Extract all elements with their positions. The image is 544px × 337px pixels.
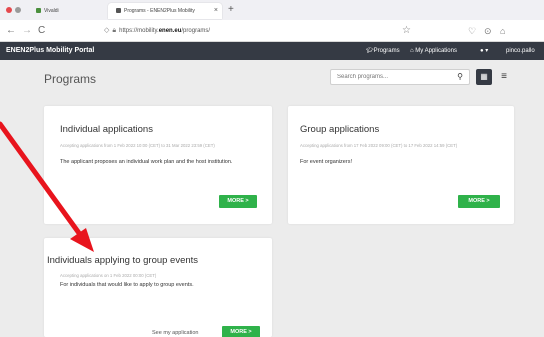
see-my-application-link[interactable]: See my application <box>152 327 198 337</box>
list-icon: ≡ <box>501 71 507 82</box>
extensions-icon[interactable]: ⌂ <box>500 24 505 38</box>
search-input[interactable] <box>337 70 447 84</box>
bookmark-star-icon[interactable]: ☆ <box>402 24 411 38</box>
card-description: The applicant proposes an individual wor… <box>60 159 233 165</box>
back-button[interactable]: ← <box>6 24 16 38</box>
program-card-group: Group applications Accepting application… <box>288 106 514 224</box>
program-card-individuals-group-events: Individuals applying to group events Acc… <box>44 238 272 337</box>
nav-my-applications[interactable]: ⌂ My Applications <box>410 42 457 60</box>
new-tab-button[interactable]: + <box>228 3 234 17</box>
tab-programs[interactable]: Programs - ENEN2Plus Mobility × <box>108 3 222 19</box>
username[interactable]: pinco.pallo <box>506 42 535 60</box>
card-dates: Accepting applications from 1 Feb 2022 1… <box>60 143 215 148</box>
list-view-button[interactable]: ≡ <box>496 69 512 85</box>
browser-url-bar: ← → C ◇ 🔒︎ https://mobility.enen.eu/progra… <box>0 20 544 42</box>
favicon-icon <box>36 8 41 14</box>
chevron-down-icon: ▾ <box>485 48 489 54</box>
nav-programs-label: Programs <box>373 48 400 54</box>
more-button[interactable]: MORE > <box>219 195 257 208</box>
forward-button[interactable]: → <box>22 24 32 38</box>
portal-navbar: ENEN2Plus Mobility Portal 🎓︎Programs ⌂ M… <box>0 42 544 60</box>
card-dates: Accepting applications from 17 Feb 2022 … <box>300 143 458 148</box>
tab-close-icon[interactable]: × <box>214 3 218 19</box>
search-icon[interactable]: ⚲ <box>457 71 463 83</box>
nav-programs[interactable]: 🎓︎Programs <box>366 42 400 60</box>
card-dates: Accepting applications on 1 Feb 2022 00:… <box>60 273 157 278</box>
window-menu-dot[interactable] <box>15 7 21 13</box>
more-button[interactable]: MORE > <box>222 326 260 337</box>
program-card-individual: Individual applications Accepting applic… <box>44 106 272 224</box>
search-box: ⚲ <box>330 69 470 85</box>
user-menu-toggle[interactable]: ● ▾ <box>480 42 488 60</box>
window-close-dot[interactable] <box>6 7 12 13</box>
url-domain: enen.eu <box>158 28 182 34</box>
card-description: For individuals that would like to apply… <box>60 282 194 288</box>
portal-title[interactable]: ENEN2Plus Mobility Portal <box>6 42 94 60</box>
graduation-cap-icon: 🎓︎ <box>366 48 374 54</box>
card-title: Individual applications <box>60 124 153 135</box>
more-button[interactable]: MORE > <box>458 195 500 208</box>
pocket-icon[interactable]: ♡ <box>468 24 476 38</box>
favicon-icon <box>116 8 121 14</box>
url-path: /programs/ <box>181 28 211 34</box>
grid-icon: ▦ <box>480 72 488 81</box>
grid-view-button[interactable]: ▦ <box>476 69 492 85</box>
tab-label: Programs - ENEN2Plus Mobility <box>124 8 195 14</box>
reload-button[interactable]: C <box>38 24 45 38</box>
url-prefix: https://mobility. <box>119 28 159 34</box>
card-title: Group applications <box>300 124 380 135</box>
browser-tab-bar: Vivaldi Programs - ENEN2Plus Mobility × … <box>0 0 544 20</box>
shield-icon: ◇ <box>104 27 110 34</box>
account-icon[interactable]: ⊙ <box>484 24 492 38</box>
tab-label: Vivaldi <box>44 8 59 14</box>
card-description: For event organizers! <box>300 159 352 165</box>
page-title: Programs <box>44 72 97 86</box>
lock-icon: 🔒︎ <box>112 27 117 34</box>
url-field[interactable]: ◇ 🔒︎ https://mobility.enen.eu/programs/ <box>104 24 334 38</box>
card-title: Individuals applying to group events <box>47 255 199 266</box>
nav-my-applications-label: My Applications <box>415 48 457 54</box>
